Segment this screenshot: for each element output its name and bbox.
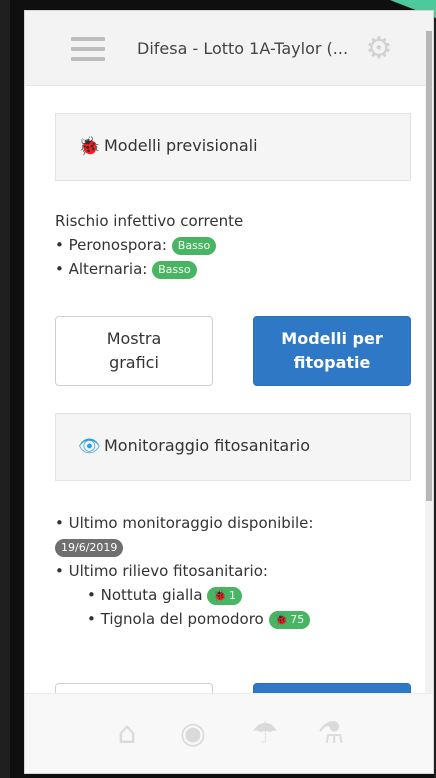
page-title: Difesa - Lotto 1A-Taylor (... bbox=[137, 39, 349, 58]
home-icon[interactable]: ⌂ bbox=[107, 716, 147, 751]
bullet: • bbox=[55, 514, 69, 532]
risk-label: Alternaria: bbox=[68, 260, 148, 278]
gear-icon[interactable]: ⚙ bbox=[363, 33, 395, 65]
models-card: 🐞 Modelli previsionali bbox=[55, 113, 411, 181]
bullet: • bbox=[55, 236, 69, 254]
bug-icon: 🐞 bbox=[213, 588, 228, 602]
bullet: • bbox=[55, 260, 69, 278]
survey-item: • Tignola del pomodoro 🐞 75 bbox=[55, 607, 313, 631]
scrollbar-thumb[interactable] bbox=[426, 31, 432, 501]
disease-models-button[interactable]: Modelli per fitopatie bbox=[253, 316, 411, 386]
risk-label: Peronospora: bbox=[68, 236, 167, 254]
app-header: Difesa - Lotto 1A-Taylor (... ⚙ bbox=[25, 11, 433, 86]
risk-item: • Alternaria: Basso bbox=[55, 257, 243, 281]
latest-monitoring-label: • Ultimo monitoraggio disponibile: bbox=[55, 511, 313, 535]
risk-badge: Basso bbox=[152, 260, 197, 279]
monitoring-card-title: Monitoraggio fitosanitario bbox=[104, 436, 311, 455]
mobile-screen: Difesa - Lotto 1A-Taylor (... ⚙ ▼ 🐞 Mode… bbox=[24, 10, 434, 774]
bottom-tab-bar: ⌂ ◉ ☂ ⚗ bbox=[25, 693, 433, 773]
date-badge: 19/6/2019 bbox=[55, 538, 124, 557]
bullet: • bbox=[87, 586, 101, 604]
risk-section: Rischio infettivo corrente • Peronospora… bbox=[55, 209, 243, 281]
bullet: • bbox=[55, 562, 69, 580]
latest-monitoring-text: Ultimo monitoraggio disponibile: bbox=[68, 514, 314, 532]
risk-heading: Rischio infettivo corrente bbox=[55, 212, 244, 230]
latest-monitoring-date-row: 19/6/2019 bbox=[55, 535, 313, 559]
survey-count-badge: 🐞 1 bbox=[207, 586, 243, 605]
monitoring-section: • Ultimo monitoraggio disponibile: 19/6/… bbox=[55, 511, 313, 631]
risk-badge: Basso bbox=[171, 236, 217, 255]
flask-icon[interactable]: ⚗ bbox=[311, 716, 351, 751]
risk-item: • Peronospora: Basso bbox=[55, 233, 243, 257]
survey-item-label: Nottuta gialla bbox=[100, 586, 203, 604]
scrollbar[interactable]: ▼ bbox=[425, 31, 433, 761]
survey-count-badge: 🐞 75 bbox=[268, 610, 311, 629]
device-frame: Difesa - Lotto 1A-Taylor (... ⚙ ▼ 🐞 Mode… bbox=[10, 0, 436, 778]
menu-icon[interactable] bbox=[71, 37, 105, 61]
bug-icon: 🐞 bbox=[274, 612, 289, 626]
models-card-title: Modelli previsionali bbox=[104, 136, 258, 155]
monitoring-card: 👁 Monitoraggio fitosanitario bbox=[55, 413, 411, 481]
survey-count: 1 bbox=[229, 588, 237, 602]
show-charts-button[interactable]: Mostra grafici bbox=[55, 316, 213, 386]
eye-icon: 👁 bbox=[78, 436, 101, 457]
survey-item-label: Tignola del pomodoro bbox=[100, 610, 264, 628]
umbrella-icon[interactable]: ☂ bbox=[245, 716, 285, 751]
bullet: • bbox=[87, 610, 101, 628]
survey-label-row: • Ultimo rilievo fitosanitario: bbox=[55, 559, 313, 583]
palette-icon[interactable]: ◉ bbox=[173, 716, 213, 751]
survey-label: Ultimo rilievo fitosanitario: bbox=[68, 562, 268, 580]
survey-item: • Nottuta gialla 🐞 1 bbox=[55, 583, 313, 607]
survey-count: 75 bbox=[290, 612, 305, 626]
bug-icon: 🐞 bbox=[78, 136, 101, 157]
